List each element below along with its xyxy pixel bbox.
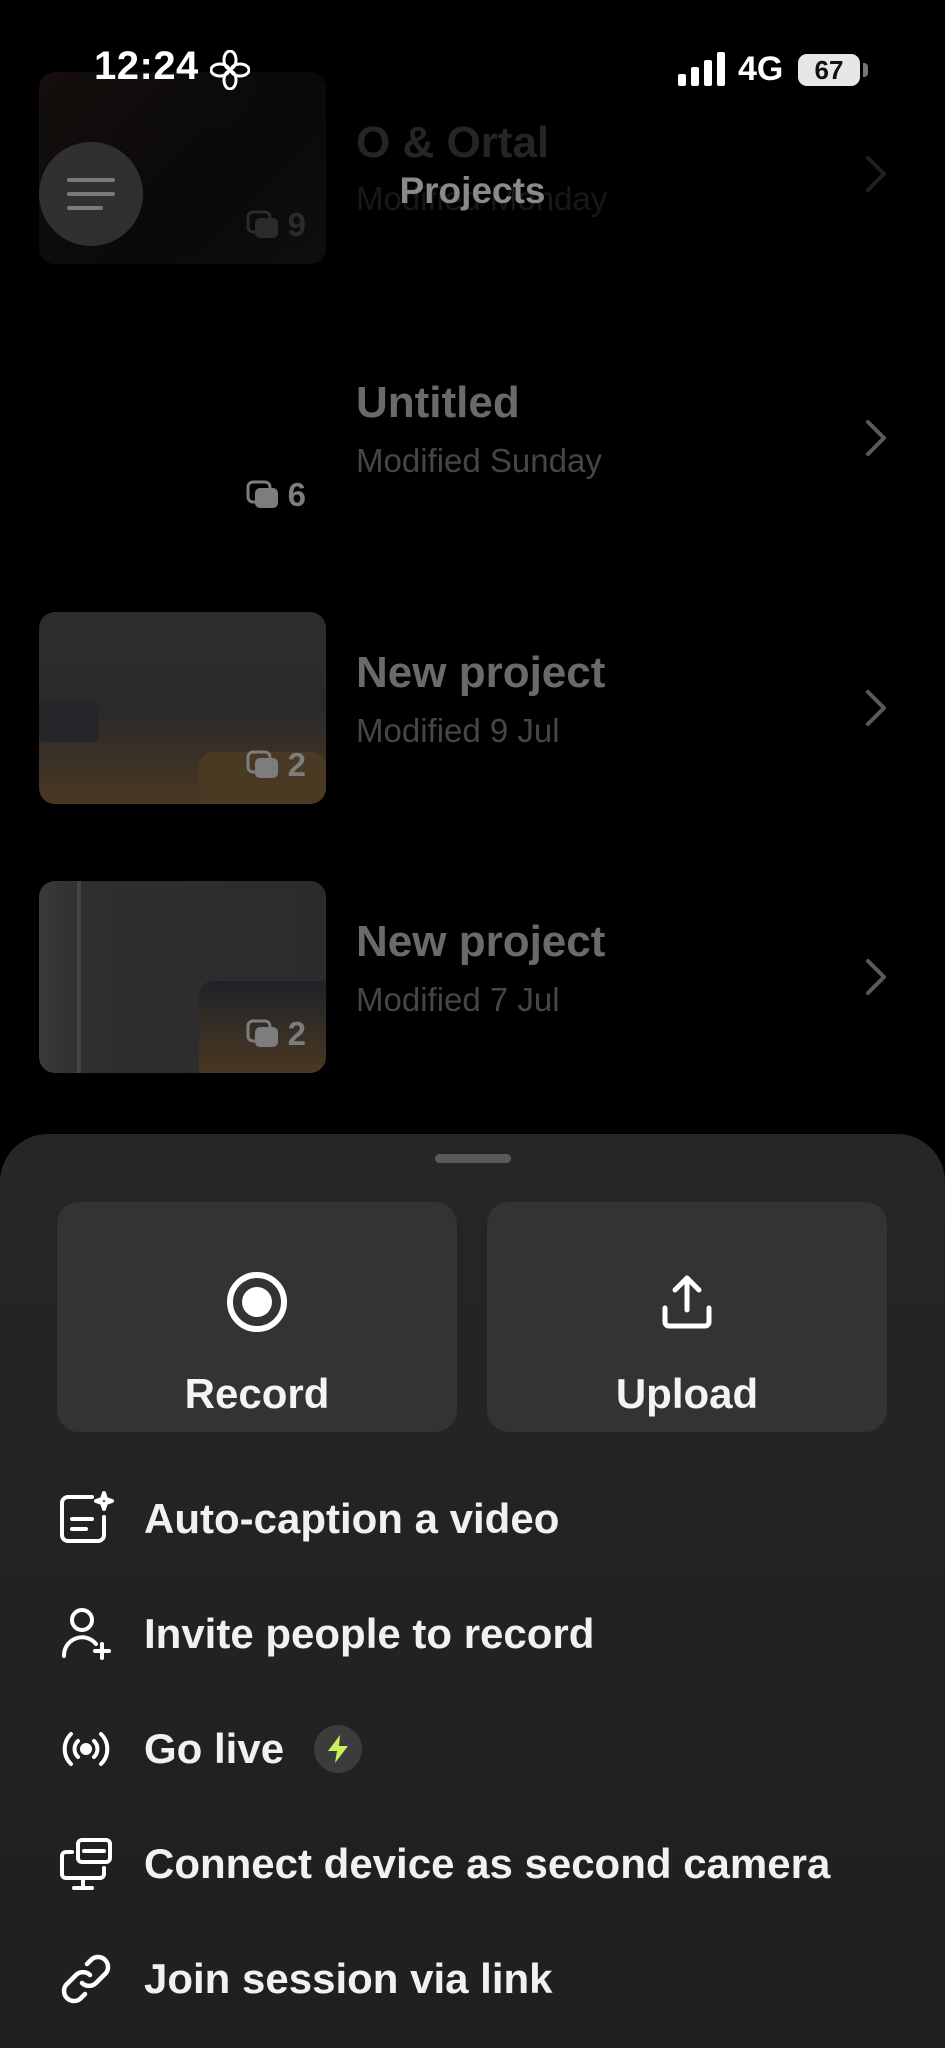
chevron-right-icon — [866, 690, 886, 726]
upload-icon — [662, 1275, 712, 1329]
project-title: New project — [356, 917, 606, 966]
second-camera-item[interactable]: Connect device as second camera — [56, 1824, 916, 1904]
project-modified: Modified Sunday — [356, 442, 602, 479]
project-modified: Modified 9 Jul — [356, 712, 560, 749]
go-live-item[interactable]: Go live — [56, 1709, 916, 1789]
second-screen-icon — [56, 1834, 116, 1894]
clip-count: 2 — [287, 746, 306, 783]
link-icon — [56, 1949, 116, 2009]
battery-tip — [863, 63, 868, 77]
chevron-right-icon — [866, 959, 886, 995]
clip-count-badge: 2 — [246, 1015, 306, 1053]
clips-icon — [246, 210, 278, 238]
record-icon — [227, 1272, 287, 1332]
go-live-label: Go live — [144, 1725, 285, 1772]
action-sheet: Record Upload Auto-caption a video Invit… — [0, 1134, 945, 2048]
bolt-icon — [328, 1735, 349, 1763]
second-camera-label: Connect device as second camera — [144, 1840, 831, 1887]
project-row[interactable]: 2 New project Modified 9 Jul — [0, 612, 945, 804]
flower-icon — [210, 50, 250, 90]
premium-badge — [314, 1725, 363, 1773]
clips-icon — [246, 750, 278, 778]
record-label: Record — [184, 1370, 330, 1417]
upload-label: Upload — [615, 1370, 759, 1417]
caption-sparkle-icon — [56, 1489, 116, 1549]
project-modified: Modified 7 Jul — [356, 981, 560, 1018]
upload-button[interactable]: Upload — [487, 1202, 887, 1432]
project-row[interactable]: 2 New project Modified 7 Jul — [0, 881, 945, 1073]
invite-people-label: Invite people to record — [144, 1610, 595, 1657]
invite-people-item[interactable]: Invite people to record — [56, 1594, 916, 1674]
clip-count-badge: 2 — [246, 746, 306, 784]
auto-caption-item[interactable]: Auto-caption a video — [56, 1479, 916, 1559]
clips-icon — [246, 1019, 278, 1047]
record-button[interactable]: Record — [57, 1202, 457, 1432]
signal-icon — [678, 52, 725, 86]
battery-level: 67 — [814, 54, 844, 85]
project-thumbnail: 6 — [39, 342, 326, 534]
add-person-icon — [56, 1604, 116, 1664]
project-thumbnail: 2 — [39, 881, 326, 1073]
clips-icon — [246, 480, 278, 508]
auto-caption-label: Auto-caption a video — [144, 1495, 560, 1542]
chevron-right-icon — [866, 420, 886, 456]
project-row[interactable]: 6 Untitled Modified Sunday — [0, 342, 945, 534]
clip-count: 2 — [287, 1015, 306, 1052]
battery-icon: 67 — [798, 54, 860, 86]
network-type: 4G — [738, 50, 784, 88]
join-session-item[interactable]: Join session via link — [56, 1939, 916, 2019]
page-title: Projects — [399, 170, 546, 211]
clip-count-badge: 6 — [246, 476, 306, 514]
sheet-grabber[interactable] — [435, 1154, 511, 1163]
project-title: Untitled — [356, 378, 520, 427]
project-title: New project — [356, 648, 606, 697]
project-thumbnail: 2 — [39, 612, 326, 804]
status-bar: 12:24 4G 67 — [0, 0, 945, 140]
status-time: 12:24 — [94, 44, 199, 88]
join-session-label: Join session via link — [144, 1955, 553, 2002]
clip-count: 6 — [287, 476, 306, 513]
broadcast-icon — [56, 1719, 116, 1779]
